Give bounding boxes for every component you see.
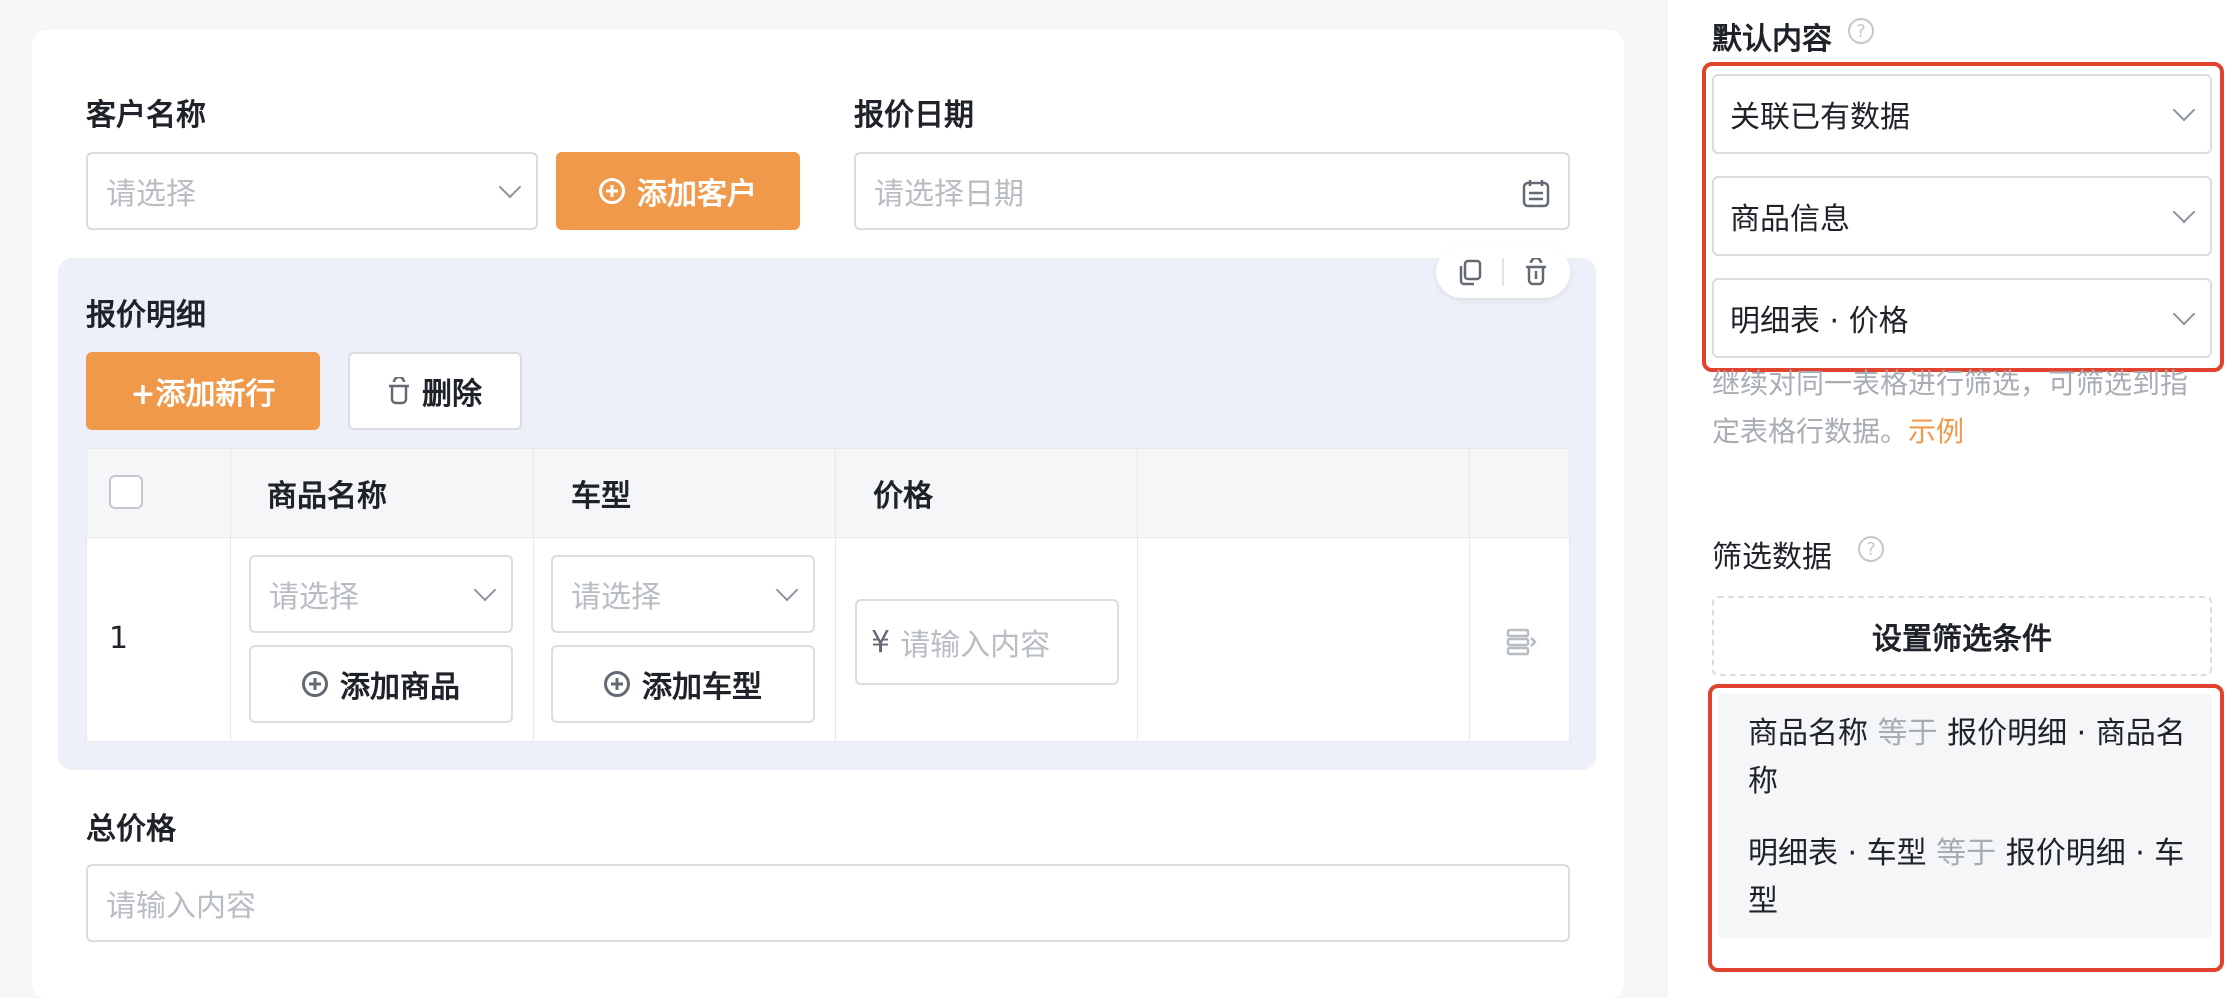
add-product-button[interactable]: 添加商品 bbox=[249, 645, 513, 723]
help-icon[interactable]: ? bbox=[1858, 536, 1884, 562]
column-header-price: 价格 bbox=[873, 479, 933, 514]
col-divider bbox=[1137, 449, 1138, 741]
filter-condition: 商品名称 等于 报价明细 · 商品名称 bbox=[1748, 710, 2188, 806]
set-filter-button[interactable]: 设置筛选条件 bbox=[1712, 596, 2212, 676]
source-select[interactable]: 关联已有数据 bbox=[1712, 74, 2212, 154]
form-select-value: 商品信息 bbox=[1730, 202, 1850, 237]
source-select-value: 关联已有数据 bbox=[1730, 100, 1910, 135]
row-detail-icon[interactable] bbox=[1505, 625, 1537, 657]
add-customer-label: 添加客户 bbox=[637, 177, 757, 212]
detail-table: 商品名称 车型 价格 1 请选择 添加商品 请选择 添加车型 ¥ 请输入内容 bbox=[86, 448, 1570, 742]
row-index: 1 bbox=[109, 621, 129, 656]
detail-title: 报价明细 bbox=[86, 298, 206, 333]
quote-date-input[interactable]: 请选择日期 bbox=[854, 152, 1570, 230]
field-select-value: 明细表 · 价格 bbox=[1730, 304, 1909, 339]
col-divider bbox=[533, 449, 534, 741]
add-model-button[interactable]: 添加车型 bbox=[551, 645, 815, 723]
form-select[interactable]: 商品信息 bbox=[1712, 176, 2212, 256]
chevron-down-icon bbox=[2172, 302, 2196, 326]
plus-circle-icon bbox=[604, 671, 630, 697]
condition-field: 明细表 · 车型 bbox=[1748, 836, 1927, 871]
model-placeholder: 请选择 bbox=[571, 580, 661, 615]
chevron-down-icon bbox=[775, 578, 799, 602]
filter-condition: 明细表 · 车型 等于 报价明细 · 车型 bbox=[1748, 830, 2188, 926]
add-row-button[interactable]: +添加新行 bbox=[86, 352, 320, 430]
default-content-label: 默认内容 bbox=[1712, 22, 1832, 57]
total-price-input[interactable]: 请输入内容 bbox=[86, 864, 1570, 942]
add-model-label: 添加车型 bbox=[642, 670, 762, 705]
price-input[interactable]: ¥ 请输入内容 bbox=[855, 599, 1119, 685]
plus-circle-icon bbox=[302, 671, 328, 697]
calendar-icon bbox=[1522, 180, 1550, 208]
total-price-label: 总价格 bbox=[86, 812, 176, 847]
column-header-product: 商品名称 bbox=[267, 479, 387, 514]
set-filter-label: 设置筛选条件 bbox=[1872, 622, 2052, 657]
product-select[interactable]: 请选择 bbox=[249, 555, 513, 633]
chevron-down-icon bbox=[498, 175, 522, 199]
trash-icon[interactable] bbox=[1522, 258, 1550, 286]
header-divider bbox=[87, 537, 1569, 538]
add-customer-button[interactable]: 添加客户 bbox=[556, 152, 800, 230]
delete-label: 删除 bbox=[422, 377, 482, 412]
copy-icon[interactable] bbox=[1456, 258, 1484, 286]
total-price-placeholder: 请输入内容 bbox=[106, 889, 256, 924]
delete-button[interactable]: 删除 bbox=[348, 352, 522, 430]
column-header-model: 车型 bbox=[571, 479, 631, 514]
help-icon[interactable]: ? bbox=[1848, 18, 1874, 44]
example-link[interactable]: 示例 bbox=[1908, 415, 1964, 448]
model-select[interactable]: 请选择 bbox=[551, 555, 815, 633]
add-row-label: +添加新行 bbox=[130, 377, 276, 412]
customer-select[interactable]: 请选择 bbox=[86, 152, 538, 230]
condition-field: 商品名称 bbox=[1748, 716, 1868, 751]
col-divider bbox=[1469, 449, 1470, 741]
chevron-down-icon bbox=[473, 578, 497, 602]
add-product-label: 添加商品 bbox=[340, 670, 460, 705]
customer-label: 客户名称 bbox=[86, 98, 206, 133]
customer-placeholder: 请选择 bbox=[106, 177, 196, 212]
field-select[interactable]: 明细表 · 价格 bbox=[1712, 278, 2212, 358]
col-divider bbox=[835, 449, 836, 741]
filter-data-label: 筛选数据 bbox=[1712, 540, 1832, 575]
condition-operator: 等于 bbox=[1936, 836, 1997, 871]
quote-date-label: 报价日期 bbox=[854, 98, 974, 133]
section-action-bar bbox=[1436, 246, 1570, 298]
col-divider bbox=[230, 449, 231, 741]
trash-icon bbox=[389, 377, 409, 405]
hint-text-block: 继续对同一表格进行筛选，可筛选到指定表格行数据。示例 bbox=[1712, 360, 2212, 456]
condition-operator: 等于 bbox=[1877, 716, 1938, 751]
chevron-down-icon bbox=[2172, 200, 2196, 224]
chevron-down-icon bbox=[2172, 98, 2196, 122]
price-placeholder: 请输入内容 bbox=[900, 628, 1051, 663]
product-placeholder: 请选择 bbox=[269, 580, 359, 615]
plus-circle-icon bbox=[599, 178, 625, 204]
currency-symbol: ¥ bbox=[871, 624, 891, 660]
select-all-checkbox[interactable] bbox=[109, 475, 143, 509]
action-divider bbox=[1502, 258, 1504, 286]
quote-date-placeholder: 请选择日期 bbox=[874, 177, 1024, 212]
